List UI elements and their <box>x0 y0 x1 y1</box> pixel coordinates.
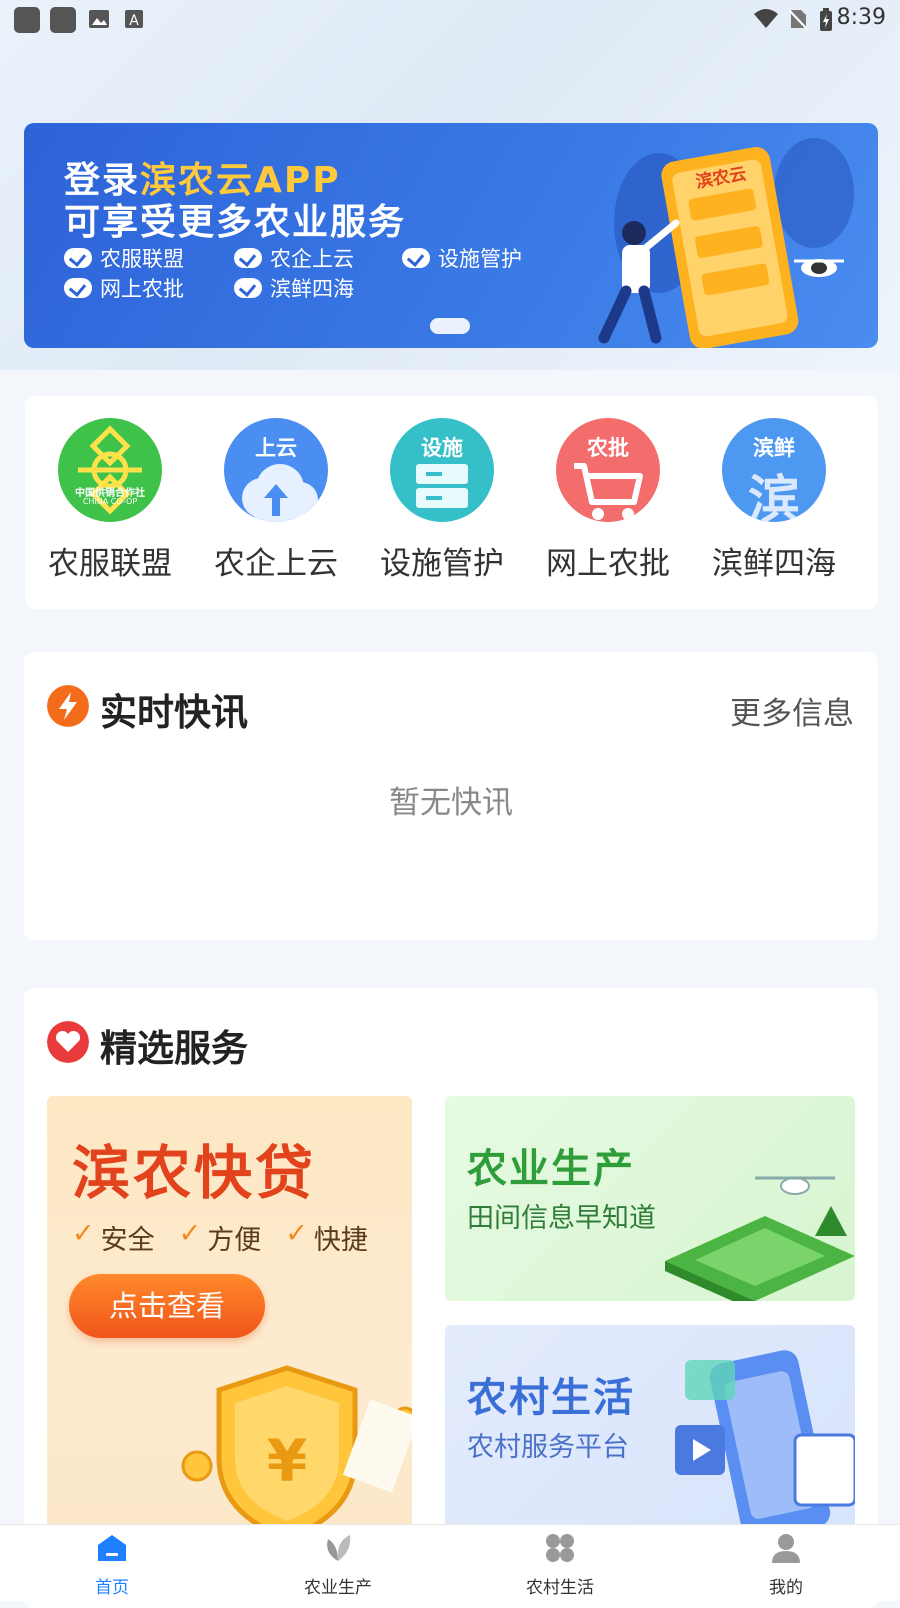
lightning-icon <box>47 685 89 727</box>
banner-tag: 滨鲜四海 <box>234 273 354 303</box>
banner-tag: 农企上云 <box>234 243 354 273</box>
tab-agri-production[interactable]: 农业生产 <box>278 1533 398 1598</box>
empty-state-text: 暂无快讯 <box>389 785 513 821</box>
farmland-drone-illustration <box>665 1176 855 1301</box>
news-card: 实时快讯 更多信息 暂无快讯 <box>24 652 878 940</box>
check-icon: ✓ <box>285 1218 308 1249</box>
check-icon <box>64 278 92 298</box>
quick-loan-card[interactable]: 滨农快贷 ✓ 安全 ✓ 方便 ✓ 快捷 点击查看 ¥ <box>47 1096 412 1566</box>
tab-profile[interactable]: 我的 <box>726 1533 846 1598</box>
quick-services-card: 中国供销合作社 CHINA CO-OP 农服联盟 上云 农企上云 设施 设施管护… <box>25 396 878 609</box>
tab-home[interactable]: 首页 <box>52 1533 172 1598</box>
no-sim-icon <box>788 9 808 30</box>
carousel-indicator[interactable] <box>430 318 470 334</box>
service-label: 农服联盟 <box>48 546 172 582</box>
check-icon <box>234 278 262 298</box>
cloud-upload-icon: 上云 <box>224 418 328 522</box>
image-icon <box>89 10 109 28</box>
banner-subheadline: 可享受更多农业服务 <box>64 202 407 243</box>
check-icon <box>234 248 262 268</box>
status-bar: A 8:39 <box>0 0 900 38</box>
agri-production-card[interactable]: 农业生产 田间信息早知道 <box>445 1096 855 1301</box>
banner-tag: 农服联盟 <box>64 243 184 273</box>
rural-subtitle: 农村服务平台 <box>467 1432 629 1463</box>
heart-icon <box>47 1021 89 1063</box>
featured-services-card: 精选服务 滨农快贷 ✓ 安全 ✓ 方便 ✓ 快捷 点击查看 ¥ 农业生产 田间信息早知… <box>24 988 878 1608</box>
check-icon: ✓ <box>72 1218 95 1249</box>
banner-illustration: 滨农云 <box>598 138 854 348</box>
more-info-link[interactable]: 更多信息 <box>730 688 854 733</box>
view-button[interactable]: 点击查看 <box>69 1274 265 1338</box>
loan-features: ✓ 安全 ✓ 方便 ✓ 快捷 <box>72 1218 368 1256</box>
service-enterprise-cloud[interactable]: 上云 农企上云 <box>191 418 361 583</box>
service-label: 滨鲜四海 <box>712 546 836 582</box>
check-icon <box>402 248 430 268</box>
wifi-icon <box>754 9 778 28</box>
service-label: 农企上云 <box>214 546 338 582</box>
agri-title: 农业生产 <box>467 1146 635 1192</box>
clover-icon <box>546 1534 574 1562</box>
text-icon: A <box>125 10 143 29</box>
loan-title: 滨农快贷 <box>72 1139 317 1207</box>
user-icon <box>772 1534 800 1563</box>
notification-icon <box>14 7 40 33</box>
svg-text:¥: ¥ <box>267 1427 307 1495</box>
banner-tag: 设施管护 <box>402 243 522 273</box>
service-facility-care[interactable]: 设施 设施管护 <box>357 418 527 583</box>
tab-rural-life[interactable]: 农村生活 <box>500 1533 620 1598</box>
rural-title: 农村生活 <box>467 1375 635 1421</box>
leaf-icon <box>327 1535 351 1561</box>
agri-subtitle: 田间信息早知道 <box>467 1203 656 1234</box>
bottom-tab-bar: 首页 农业生产 农村生活 我的 <box>0 1524 900 1601</box>
check-icon: ✓ <box>178 1218 202 1249</box>
cart-icon: 农批 <box>556 418 660 522</box>
service-label: 网上农批 <box>546 546 670 582</box>
promo-banner[interactable]: 登录滨农云APP 可享受更多农业服务 农服联盟 农企上云 设施管护 网上农批 滨… <box>24 123 878 348</box>
coop-logo-icon: 中国供销合作社 CHINA CO-OP <box>58 418 162 522</box>
check-icon <box>64 248 92 268</box>
service-label: 设施管护 <box>380 546 504 582</box>
service-fresh-seafood[interactable]: 滨鲜 滨 滨鲜四海 <box>689 418 859 583</box>
binxian-logo-icon: 滨鲜 滨 <box>722 418 826 522</box>
service-farm-alliance[interactable]: 中国供销合作社 CHINA CO-OP 农服联盟 <box>25 418 195 583</box>
battery-icon <box>820 8 832 31</box>
service-online-wholesale[interactable]: 农批 网上农批 <box>523 418 693 583</box>
section-title: 实时快讯 <box>100 691 248 734</box>
clock: 8:39 <box>836 5 886 30</box>
notification-icon <box>50 7 76 33</box>
cabinet-icon: 设施 <box>390 418 494 522</box>
svg-text:A: A <box>129 13 139 29</box>
home-icon <box>98 1535 126 1561</box>
section-title: 精选服务 <box>100 1027 248 1070</box>
banner-tag: 网上农批 <box>64 273 184 303</box>
